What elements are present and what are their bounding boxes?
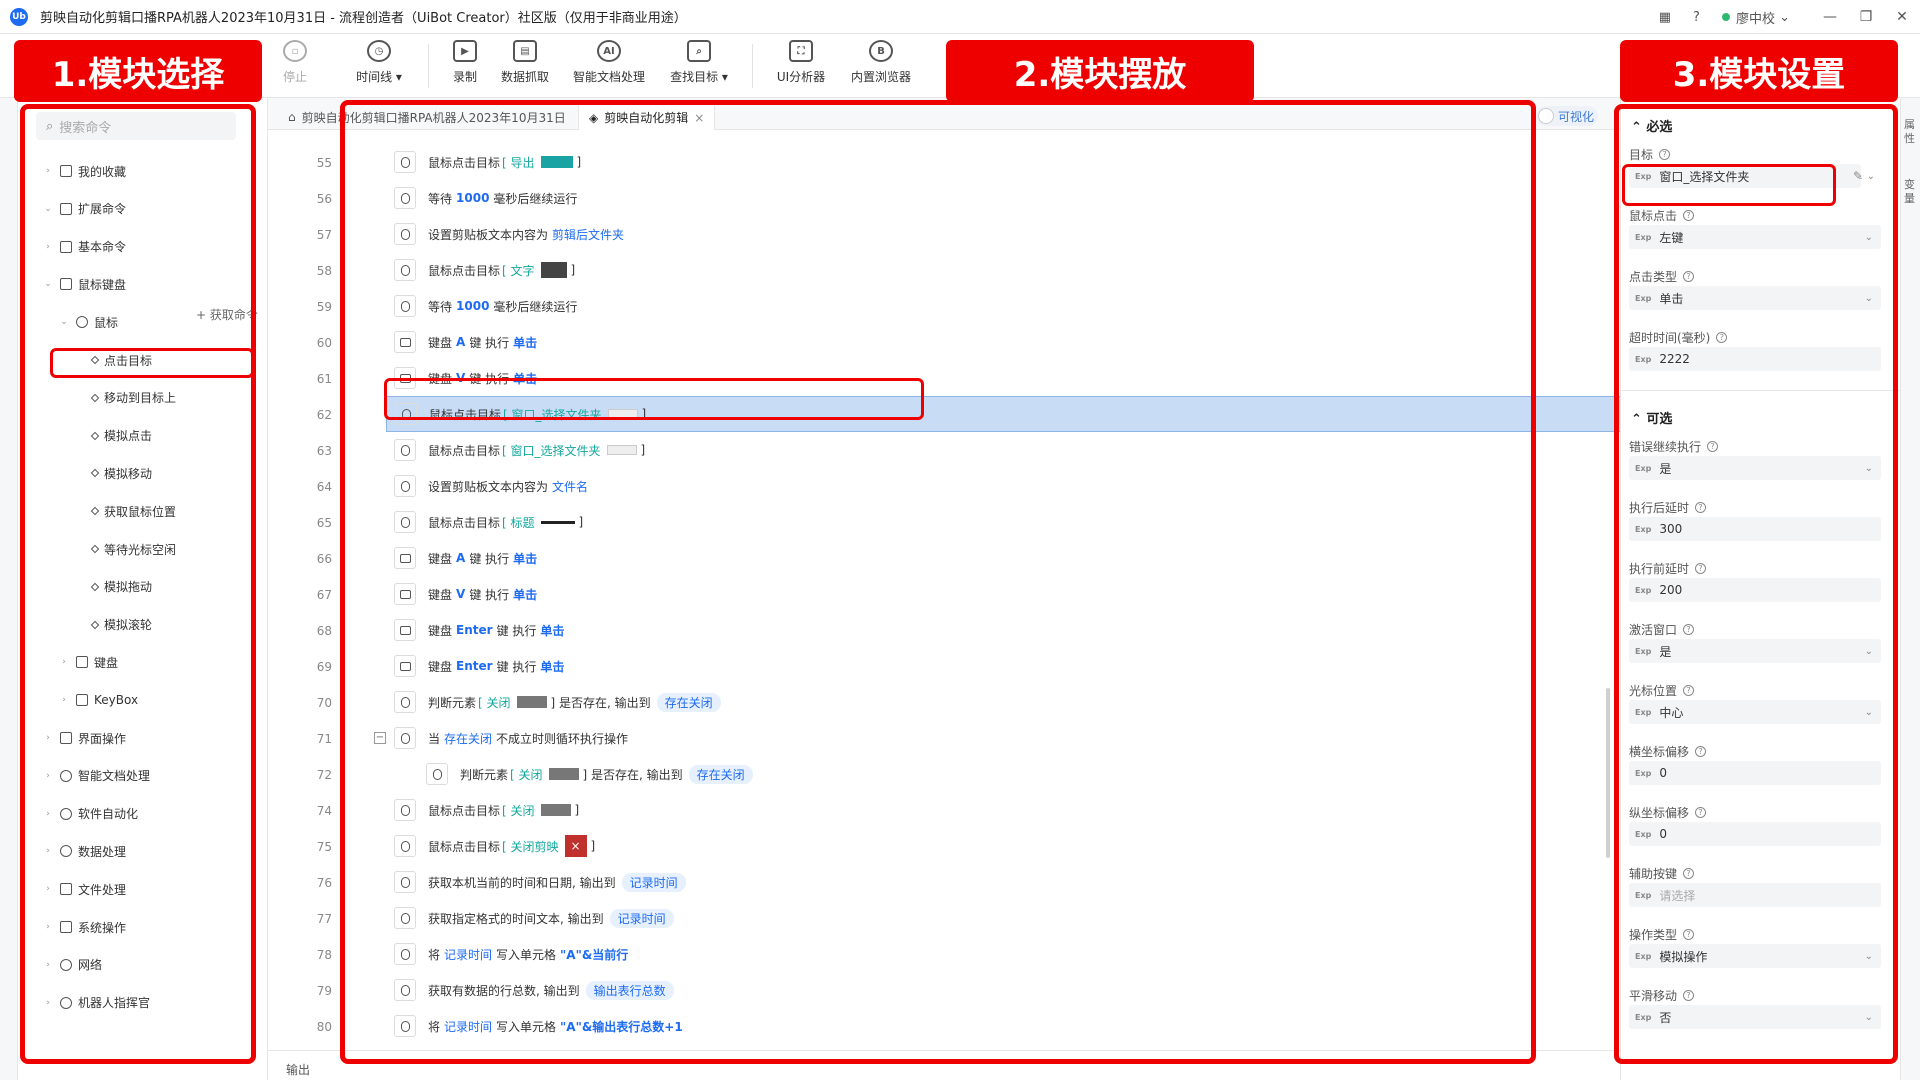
title-bar: Ub 剪映自动化剪辑口播RPA机器人2023年10月31日 - 流程创造者（Ui… — [0, 0, 1920, 34]
stop-button[interactable]: ▫ 停止 — [252, 40, 338, 85]
ui-analyzer-button[interactable]: ⛶ UI分析器 — [758, 40, 844, 85]
line-number: 70 — [316, 696, 332, 710]
line-number: 66 — [316, 552, 332, 566]
line-number: 72 — [316, 768, 332, 782]
online-status-icon — [1721, 13, 1730, 21]
line-number: 58 — [316, 264, 332, 278]
ai-icon: AI — [597, 40, 621, 62]
line-number: 78 — [316, 948, 332, 962]
line-number: 80 — [316, 1020, 332, 1034]
toggle-knob — [1538, 108, 1554, 124]
vertical-scrollbar[interactable] — [1606, 688, 1610, 858]
browser-label: 内置浏览器 — [850, 70, 911, 84]
annotation-label-2: 2.模块摆放 — [946, 40, 1254, 102]
user-name: 廖中校 — [1735, 11, 1775, 27]
line-number: 62 — [316, 408, 332, 422]
line-number: 65 — [316, 516, 332, 530]
stop-label: 停止 — [282, 70, 307, 84]
data-scrape-button[interactable]: ▤ 数据抓取 — [482, 40, 568, 85]
annotation-box-2 — [340, 100, 1536, 1064]
line-number: 69 — [316, 660, 332, 674]
line-number: 61 — [316, 372, 332, 386]
minimize-button[interactable]: — — [1812, 9, 1848, 25]
flow-icon: ⌂ — [288, 110, 296, 124]
ui-analyzer-label: UI分析器 — [776, 70, 826, 84]
annotation-box-3 — [1614, 104, 1898, 1064]
line-number: 67 — [316, 588, 332, 602]
record-label: 录制 — [452, 70, 477, 84]
line-number: 60 — [316, 336, 332, 350]
annotation-highlight-click-target — [50, 348, 254, 378]
help-icon[interactable]: ? — [1693, 10, 1700, 25]
line-number: 68 — [316, 624, 332, 638]
stop-icon: ▫ — [283, 40, 307, 62]
smart-doc-button[interactable]: AI 智能文档处理 — [566, 40, 652, 85]
line-number: 59 — [316, 300, 332, 314]
user-menu[interactable]: 廖中校 ⌄ — [1721, 8, 1790, 27]
visual-toggle[interactable]: 可视化 — [1536, 106, 1598, 126]
annotation-label-1: 1.模块选择 — [14, 40, 262, 102]
line-number: 57 — [316, 228, 332, 242]
left-edge-strip — [0, 98, 18, 1080]
browser-icon: B — [869, 40, 893, 62]
line-number: 75 — [316, 840, 332, 854]
find-target-button[interactable]: ⌕ 查找目标 ▾ — [656, 40, 742, 85]
right-edge-strip: 属性 变量 — [1900, 98, 1920, 1080]
line-number: 63 — [316, 444, 332, 458]
timeline-label: 时间线 ▾ — [356, 70, 402, 84]
close-button[interactable]: ✕ — [1884, 9, 1920, 25]
annotation-label-3: 3.模块设置 — [1620, 40, 1898, 102]
data-scrape-label: 数据抓取 — [500, 70, 549, 84]
window-title: 剪映自动化剪辑口播RPA机器人2023年10月31日 - 流程创造者（UiBot… — [40, 11, 687, 26]
line-number: 56 — [316, 192, 332, 206]
find-target-icon: ⌕ — [687, 40, 711, 62]
record-icon: ▶ — [453, 40, 477, 62]
line-number: 79 — [316, 984, 332, 998]
line-number: 64 — [316, 480, 332, 494]
clock-icon: ◷ — [367, 40, 391, 62]
smart-doc-label: 智能文档处理 — [572, 70, 645, 84]
ui-analyzer-icon: ⛶ — [789, 40, 813, 62]
line-number: 55 — [316, 156, 332, 170]
variables-tab[interactable]: 变量 — [1904, 178, 1918, 206]
line-number: 77 — [316, 912, 332, 926]
line-number: 74 — [316, 804, 332, 818]
browser-button[interactable]: B 内置浏览器 — [838, 40, 924, 85]
app-logo-icon: Ub — [10, 7, 28, 26]
find-target-label: 查找目标 ▾ — [670, 70, 728, 84]
apps-grid-icon[interactable]: ▦ — [1659, 10, 1671, 25]
line-number: 76 — [316, 876, 332, 890]
timeline-button[interactable]: ◷ 时间线 ▾ — [336, 40, 422, 85]
annotation-highlight-target-field — [1622, 164, 1836, 206]
visual-toggle-label: 可视化 — [1558, 109, 1595, 124]
properties-tab[interactable]: 属性 — [1904, 118, 1918, 146]
table-icon: ▤ — [513, 40, 537, 62]
restore-button[interactable]: ❐ — [1848, 9, 1884, 25]
line-number: 71 — [316, 732, 332, 746]
annotation-highlight-row-62 — [384, 378, 924, 420]
annotation-box-1 — [20, 104, 256, 1064]
